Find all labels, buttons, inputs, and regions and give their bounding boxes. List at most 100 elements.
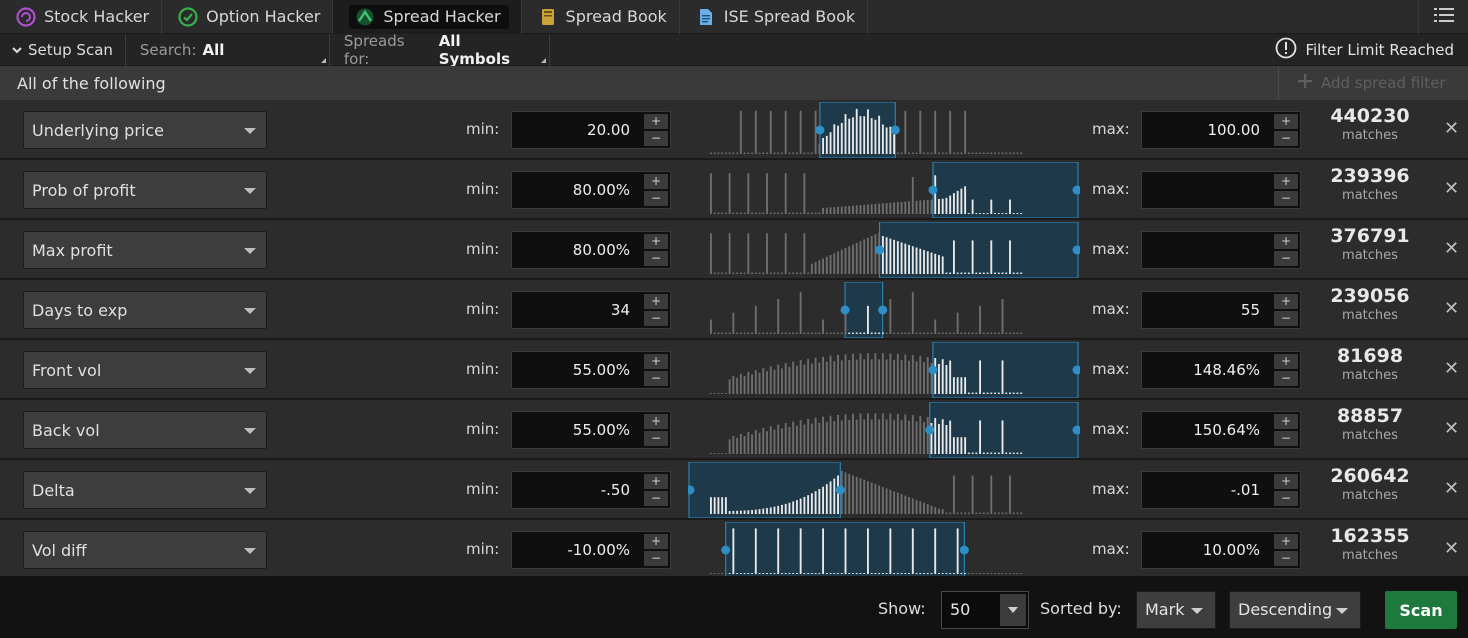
distribution-histogram[interactable]: [688, 282, 1080, 338]
distribution-histogram[interactable]: [688, 342, 1080, 398]
decrement-button[interactable]: −: [1274, 131, 1298, 146]
min-input[interactable]: 55.00% + −: [511, 411, 671, 449]
tab-spread-book[interactable]: Spread Book: [522, 0, 680, 34]
histogram-bar: [986, 392, 989, 394]
filter-criterion-select[interactable]: Front vol: [23, 351, 267, 389]
remove-filter-icon[interactable]: ✕: [1444, 298, 1459, 319]
max-input[interactable]: 100.00 + −: [1141, 111, 1301, 149]
distribution-histogram[interactable]: [688, 102, 1080, 158]
max-input[interactable]: 148.46% + −: [1141, 351, 1301, 389]
sort-field-select[interactable]: Mark: [1136, 591, 1216, 629]
remove-filter-icon[interactable]: ✕: [1444, 358, 1459, 379]
histogram-bar: [1020, 152, 1023, 154]
filter-criterion-select[interactable]: Days to exp: [23, 291, 267, 329]
tab-option-hacker[interactable]: Option Hacker: [162, 0, 334, 34]
increment-button[interactable]: +: [644, 534, 668, 549]
increment-button[interactable]: +: [1274, 414, 1298, 429]
list-menu-button[interactable]: [1418, 0, 1468, 34]
distribution-histogram[interactable]: [688, 222, 1080, 278]
filter-criterion-select[interactable]: Underlying price: [23, 111, 267, 149]
search-selector[interactable]: Search: All: [126, 33, 330, 66]
remove-filter-icon[interactable]: ✕: [1444, 238, 1459, 259]
increment-button[interactable]: +: [644, 114, 668, 129]
decrement-button[interactable]: −: [1274, 491, 1298, 506]
histogram-bar: [975, 392, 978, 394]
increment-button[interactable]: +: [1274, 474, 1298, 489]
increment-button[interactable]: +: [644, 474, 668, 489]
max-input[interactable]: + −: [1141, 171, 1301, 209]
increment-button[interactable]: +: [1274, 174, 1298, 189]
scan-button[interactable]: Scan: [1385, 591, 1457, 629]
decrement-button[interactable]: −: [1274, 191, 1298, 206]
max-input[interactable]: -.01 + −: [1141, 471, 1301, 509]
max-input[interactable]: 150.64% + −: [1141, 411, 1301, 449]
decrement-button[interactable]: −: [644, 131, 668, 146]
spreads-for-selector[interactable]: Spreads for: All Symbols: [330, 32, 550, 68]
distribution-histogram[interactable]: [688, 402, 1080, 458]
chevron-down-icon[interactable]: [1000, 594, 1026, 626]
histogram-bar: [807, 212, 810, 214]
filter-criterion-select[interactable]: Vol diff: [23, 531, 267, 569]
min-input[interactable]: 55.00% + −: [511, 351, 671, 389]
histogram-bar: [915, 499, 918, 514]
min-input[interactable]: 34 + −: [511, 291, 671, 329]
min-input[interactable]: -10.00% + −: [511, 531, 671, 569]
distribution-histogram[interactable]: [688, 462, 1080, 518]
remove-filter-icon[interactable]: ✕: [1444, 478, 1459, 499]
decrement-button[interactable]: −: [1274, 251, 1298, 266]
group-condition-label[interactable]: All of the following: [0, 74, 166, 93]
min-input[interactable]: 80.00% + −: [511, 231, 671, 269]
histogram-bar: [777, 212, 780, 214]
histogram-bar: [900, 242, 903, 274]
increment-button[interactable]: +: [1274, 534, 1298, 549]
histogram-bar: [1001, 360, 1004, 394]
max-input[interactable]: 55 + −: [1141, 291, 1301, 329]
min-input[interactable]: 80.00% + −: [511, 171, 671, 209]
remove-filter-icon[interactable]: ✕: [1444, 118, 1459, 139]
filter-criterion-select[interactable]: Max profit: [23, 231, 267, 269]
add-spread-filter-button[interactable]: Add spread filter: [1278, 66, 1468, 100]
increment-button[interactable]: +: [644, 234, 668, 249]
decrement-button[interactable]: −: [644, 371, 668, 386]
min-input[interactable]: 20.00 + −: [511, 111, 671, 149]
max-input[interactable]: + −: [1141, 231, 1301, 269]
decrement-button[interactable]: −: [1274, 371, 1298, 386]
tab-stock-hacker[interactable]: Stock Hacker: [0, 0, 163, 34]
match-count-number: 239396: [1330, 165, 1410, 187]
decrement-button[interactable]: −: [644, 431, 668, 446]
increment-button[interactable]: +: [1274, 234, 1298, 249]
decrement-button[interactable]: −: [1274, 551, 1298, 566]
setup-scan-toggle[interactable]: Setup Scan: [0, 33, 126, 66]
histogram-bar: [1020, 512, 1023, 514]
increment-button[interactable]: +: [1274, 114, 1298, 129]
filter-criterion-select[interactable]: Delta: [23, 471, 267, 509]
increment-button[interactable]: +: [644, 174, 668, 189]
increment-button[interactable]: +: [644, 294, 668, 309]
remove-filter-icon[interactable]: ✕: [1444, 178, 1459, 199]
decrement-button[interactable]: −: [644, 311, 668, 326]
increment-button[interactable]: +: [1274, 354, 1298, 369]
increment-button[interactable]: +: [1274, 294, 1298, 309]
distribution-histogram[interactable]: [688, 522, 1080, 576]
min-input[interactable]: -.50 + −: [511, 471, 671, 509]
sort-order-select[interactable]: Descending: [1229, 591, 1361, 629]
filter-criterion-select[interactable]: Back vol: [23, 411, 267, 449]
decrement-button[interactable]: −: [644, 551, 668, 566]
decrement-button[interactable]: −: [1274, 311, 1298, 326]
distribution-histogram[interactable]: [688, 162, 1080, 218]
increment-button[interactable]: +: [644, 414, 668, 429]
decrement-button[interactable]: −: [1274, 431, 1298, 446]
remove-filter-icon[interactable]: ✕: [1444, 538, 1459, 559]
match-count: 376791 matches: [1318, 224, 1422, 264]
histogram-bar: [960, 377, 963, 394]
show-count-select[interactable]: 50: [941, 591, 1029, 629]
remove-filter-icon[interactable]: ✕: [1444, 418, 1459, 439]
filter-criterion-select[interactable]: Prob of profit: [23, 171, 267, 209]
increment-button[interactable]: +: [644, 354, 668, 369]
decrement-button[interactable]: −: [644, 251, 668, 266]
max-input[interactable]: 10.00% + −: [1141, 531, 1301, 569]
tab-spread-hacker[interactable]: Spread Hacker: [333, 0, 522, 34]
decrement-button[interactable]: −: [644, 191, 668, 206]
decrement-button[interactable]: −: [644, 491, 668, 506]
tab-ise-spread-book[interactable]: ISE Spread Book: [680, 0, 869, 34]
